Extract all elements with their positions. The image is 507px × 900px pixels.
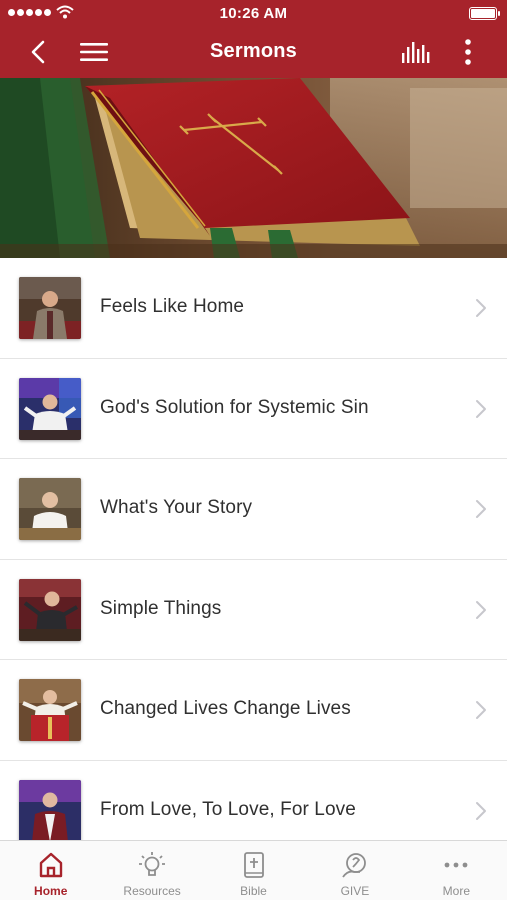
nav-bar: Sermons — [0, 26, 507, 78]
sermon-title: God's Solution for Systemic Sin — [100, 396, 369, 418]
tab-label: Home — [34, 884, 68, 898]
home-icon — [39, 852, 62, 878]
sermon-thumbnail — [19, 377, 81, 440]
chevron-right-icon — [476, 801, 486, 820]
app-header: 10:26 AM Sermons — [0, 0, 507, 78]
sermon-row[interactable]: Changed Lives Change Lives — [0, 660, 507, 761]
hero-banner-image — [0, 78, 507, 258]
status-time: 10:26 AM — [219, 5, 288, 22]
tab-label: More — [442, 884, 470, 898]
tab-home[interactable]: Home — [0, 841, 101, 900]
give-icon — [342, 853, 366, 878]
sermon-thumbnail — [19, 679, 81, 741]
sermon-row[interactable]: Simple Things — [0, 559, 507, 660]
tab-label: Bible — [240, 884, 267, 898]
tab-bible[interactable]: Bible — [203, 841, 304, 900]
sermon-title: Changed Lives Change Lives — [100, 698, 351, 719]
more-dots-icon — [444, 862, 468, 868]
battery-icon — [469, 7, 500, 20]
sermon-row[interactable]: What's Your Story — [0, 459, 507, 560]
sermon-row[interactable]: God's Solution for Systemic Sin — [0, 358, 507, 459]
sermon-title: Feels Like Home — [100, 296, 245, 317]
sermon-thumbnail — [19, 478, 81, 540]
sermon-list: Feels Like Home God's Solution for Syste… — [0, 258, 507, 840]
bible-icon — [243, 852, 264, 878]
sermon-title: From Love, To Love, For Love — [100, 798, 356, 820]
sermon-title: Simple Things — [100, 597, 222, 619]
lightbulb-icon — [139, 852, 166, 876]
more-options-button[interactable] — [452, 26, 484, 78]
chevron-right-icon — [476, 399, 486, 418]
tab-more[interactable]: More — [406, 841, 507, 900]
chevron-right-icon — [476, 701, 486, 719]
tab-bar: Home Resources Bible GIVE More — [0, 840, 507, 900]
audio-player-button[interactable] — [396, 26, 436, 78]
chevron-right-icon — [476, 600, 486, 619]
equalizer-bars-icon — [402, 42, 430, 63]
sermon-row[interactable]: From Love, To Love, For Love — [0, 760, 507, 840]
tab-resources[interactable]: Resources — [101, 841, 202, 900]
sermon-title: What's Your Story — [100, 497, 253, 518]
sermon-thumbnail — [19, 779, 81, 840]
tab-label: GIVE — [340, 884, 370, 898]
chevron-right-icon — [476, 500, 486, 518]
sermon-thumbnail — [19, 578, 81, 641]
status-bar: 10:26 AM — [0, 0, 507, 26]
sermon-row[interactable]: Feels Like Home — [0, 258, 507, 359]
vertical-ellipsis-icon — [465, 39, 471, 65]
tab-label: Resources — [123, 884, 181, 898]
chevron-right-icon — [476, 299, 486, 317]
tab-give[interactable]: GIVE — [304, 841, 405, 900]
sermon-thumbnail — [19, 277, 81, 339]
